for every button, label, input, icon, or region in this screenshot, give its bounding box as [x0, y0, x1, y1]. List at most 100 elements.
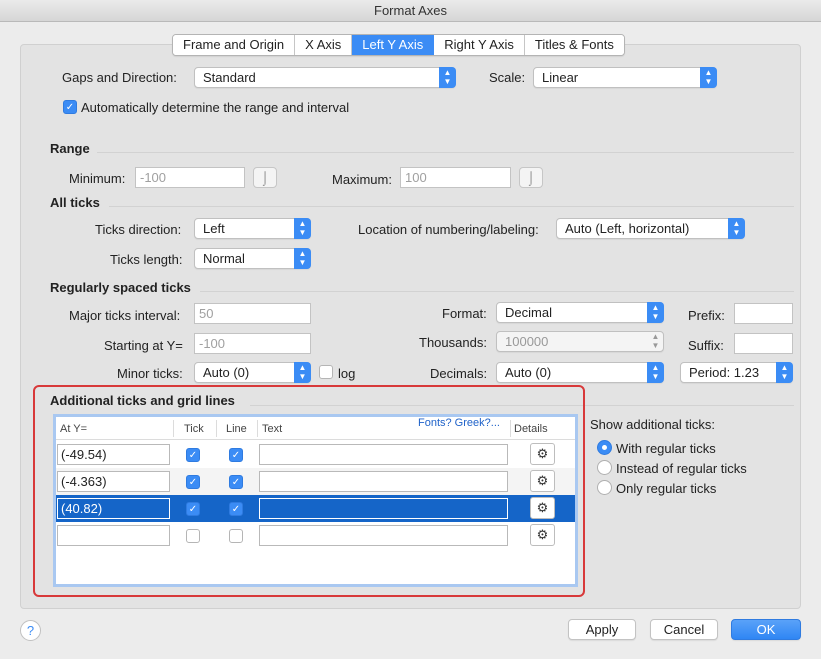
all-ticks-heading: All ticks	[50, 195, 100, 210]
line-checkbox[interactable]: ✓	[229, 448, 243, 462]
thousands-value: 100000	[505, 334, 549, 349]
prefix-field[interactable]	[734, 303, 793, 324]
table-row[interactable]: (-49.54) ✓ ✓ ⚙	[56, 441, 575, 468]
format-popup[interactable]: Decimal ▲ ▼	[496, 302, 664, 323]
radio-instead-of-regular[interactable]	[597, 460, 612, 475]
range-heading: Range	[50, 141, 90, 156]
maximum-field[interactable]: 100	[400, 167, 511, 188]
column-separator	[510, 420, 511, 437]
decimals-popup[interactable]: Auto (0) ▲ ▼	[496, 362, 664, 383]
chevron-updown-icon: ▲ ▼	[294, 248, 311, 269]
location-popup[interactable]: Auto (Left, horizontal) ▲ ▼	[556, 218, 745, 239]
radio-with-regular-label: With regular ticks	[616, 441, 716, 456]
starting-at-label: Starting at Y=	[104, 338, 183, 353]
table-header: At Y= Tick Line Text Fonts? Greek?... De…	[56, 417, 575, 440]
major-interval-field[interactable]: 50	[194, 303, 311, 324]
minimum-label: Minimum:	[69, 171, 126, 186]
tab-titles-and-fonts[interactable]: Titles & Fonts	[524, 35, 624, 55]
period-popup[interactable]: Period: 1.23 ▲ ▼	[680, 362, 793, 383]
minor-ticks-label: Minor ticks:	[117, 366, 183, 381]
scale-label: Scale:	[489, 70, 526, 85]
text-field[interactable]	[259, 525, 508, 546]
checkmark-icon: ✓	[231, 504, 241, 515]
line-checkbox[interactable]	[229, 529, 243, 543]
starting-at-field[interactable]: -100	[194, 333, 311, 354]
tick-checkbox[interactable]	[186, 529, 200, 543]
line-checkbox[interactable]: ✓	[229, 502, 243, 516]
thousands-popup[interactable]: 100000 ▲ ▼	[496, 331, 664, 352]
minor-ticks-value: Auto (0)	[203, 365, 250, 380]
text-field[interactable]	[259, 471, 508, 492]
table-row[interactable]: ⚙	[56, 522, 575, 549]
column-at-y: At Y=	[60, 423, 88, 435]
gaps-label: Gaps and Direction:	[62, 70, 177, 85]
text-field[interactable]	[259, 498, 508, 519]
ticks-length-popup[interactable]: Normal ▲ ▼	[194, 248, 311, 269]
radio-only-regular-label: Only regular ticks	[616, 481, 717, 496]
tab-frame-and-origin[interactable]: Frame and Origin	[173, 35, 296, 55]
period-value: Period: 1.23	[689, 365, 760, 380]
ticks-length-label: Ticks length:	[110, 252, 183, 267]
location-value: Auto (Left, horizontal)	[565, 221, 690, 236]
location-label: Location of numbering/labeling:	[358, 222, 539, 237]
help-button[interactable]: ?	[20, 620, 41, 641]
suffix-label: Suffix:	[688, 338, 724, 353]
tab-right-y-axis[interactable]: Right Y Axis	[434, 35, 525, 55]
minor-ticks-popup[interactable]: Auto (0) ▲ ▼	[194, 362, 311, 383]
auto-range-label: Automatically determine the range and in…	[81, 100, 350, 115]
scale-popup[interactable]: Linear ▲ ▼	[533, 67, 717, 88]
column-text: Text	[262, 423, 283, 435]
gaps-direction-value: Standard	[203, 70, 256, 85]
table-row[interactable]: (-4.363) ✓ ✓ ⚙	[56, 468, 575, 495]
radio-instead-of-regular-label: Instead of regular ticks	[616, 461, 747, 476]
hook-icon[interactable]: ⌡	[519, 167, 543, 188]
radio-only-regular[interactable]	[597, 480, 612, 495]
decimals-label: Decimals:	[430, 366, 488, 381]
radio-with-regular[interactable]	[597, 440, 612, 455]
ticks-direction-label: Ticks direction:	[95, 222, 182, 237]
log-checkbox[interactable]	[319, 365, 333, 379]
gear-icon[interactable]: ⚙	[530, 443, 555, 465]
tab-x-axis[interactable]: X Axis	[295, 35, 353, 55]
apply-button[interactable]: Apply	[568, 619, 636, 640]
regular-ticks-heading: Regularly spaced ticks	[50, 280, 191, 295]
ticks-direction-popup[interactable]: Left ▲ ▼	[194, 218, 311, 239]
tab-left-y-axis[interactable]: Left Y Axis	[352, 35, 435, 55]
gear-icon[interactable]: ⚙	[530, 497, 555, 519]
checkmark-icon: ✓	[188, 477, 198, 488]
at-y-field[interactable]: (40.82)	[57, 498, 170, 519]
checkmark-icon: ✓	[65, 102, 75, 113]
minimum-field[interactable]: -100	[135, 167, 245, 188]
at-y-field[interactable]: (-4.363)	[57, 471, 170, 492]
divider	[97, 152, 794, 153]
gear-icon[interactable]: ⚙	[530, 524, 555, 546]
gaps-direction-popup[interactable]: Standard ▲ ▼	[194, 67, 456, 88]
chevron-updown-icon: ▲ ▼	[647, 362, 664, 383]
line-checkbox[interactable]: ✓	[229, 475, 243, 489]
log-label: log	[338, 366, 356, 381]
tick-checkbox[interactable]: ✓	[186, 475, 200, 489]
column-separator	[173, 420, 174, 437]
suffix-field[interactable]	[734, 333, 793, 354]
at-y-field[interactable]	[57, 525, 170, 546]
tick-checkbox[interactable]: ✓	[186, 502, 200, 516]
thousands-label: Thousands:	[419, 335, 487, 350]
fonts-greek-link[interactable]: Fonts? Greek?...	[418, 417, 500, 429]
ok-button[interactable]: OK	[731, 619, 801, 640]
gear-icon[interactable]: ⚙	[530, 470, 555, 492]
additional-ticks-table: At Y= Tick Line Text Fonts? Greek?... De…	[53, 414, 578, 587]
ticks-length-value: Normal	[203, 251, 245, 266]
cancel-button[interactable]: Cancel	[650, 619, 718, 640]
chevron-updown-icon: ▲ ▼	[439, 67, 456, 88]
hook-icon[interactable]: ⌡	[253, 167, 277, 188]
tab-bar: Frame and Origin X Axis Left Y Axis Righ…	[172, 34, 625, 56]
at-y-field[interactable]: (-49.54)	[57, 444, 170, 465]
maximum-label: Maximum:	[332, 172, 392, 187]
divider	[200, 291, 794, 292]
text-field[interactable]	[259, 444, 508, 465]
checkmark-icon: ✓	[188, 504, 198, 515]
tick-checkbox[interactable]: ✓	[186, 448, 200, 462]
table-row-selected[interactable]: (40.82) ✓ ✓ ⚙	[56, 495, 575, 522]
checkmark-icon: ✓	[188, 450, 198, 461]
auto-range-checkbox[interactable]: ✓	[63, 100, 77, 114]
